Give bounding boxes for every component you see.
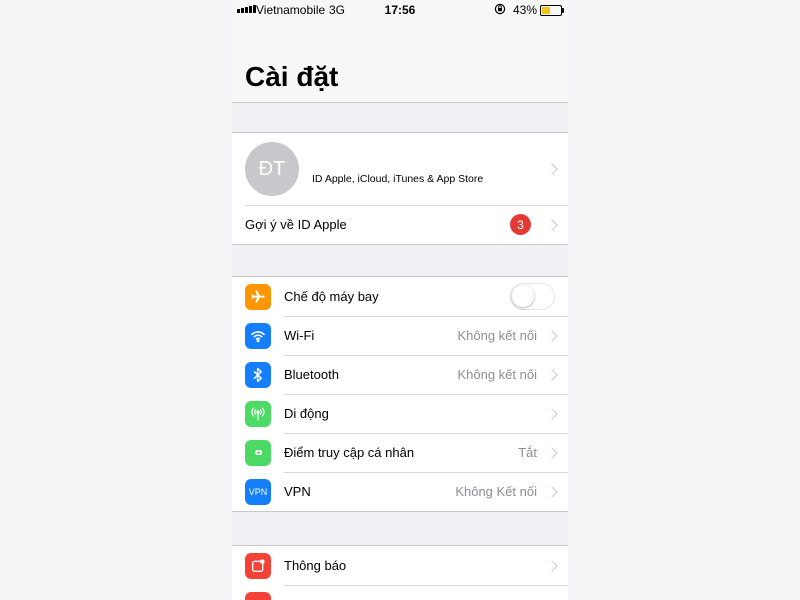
settings-screen: Vietnamobile 3G 17:56 43% Cài đặt ĐT ID … [232,0,568,600]
vpn-icon-text: VPN [248,486,268,497]
wifi-icon [245,322,271,349]
notifications-group: Thông báo [232,545,568,600]
chevron-right-icon [546,329,558,342]
chevron-right-icon [546,218,558,231]
chevron-right-icon [546,163,558,175]
page-title: Cài đặt [245,61,339,92]
airplane-icon [245,283,271,310]
status-bar: Vietnamobile 3G 17:56 43% [232,0,568,20]
airplane-mode-row: Chế độ máy bay [232,277,568,316]
title-bar: Cài đặt [232,20,568,103]
vpn-icon: VPN [245,478,271,505]
chevron-right-icon [546,446,558,459]
cellular-label: Di động [284,406,329,421]
battery-fill [542,7,550,14]
cellular-row[interactable]: Di động [232,394,568,433]
notifications-row[interactable]: Thông báo [232,546,568,585]
vpn-row[interactable]: VPN VPN Không Kết nối [232,472,568,511]
personal-hotspot-label: Điểm truy cập cá nhân [284,445,415,460]
airplane-mode-toggle[interactable] [510,283,555,310]
wifi-row[interactable]: Wi-Fi Không kết nối [232,316,568,355]
hotspot-icon [245,439,271,466]
wifi-status: Không kết nối [457,328,537,343]
personal-hotspot-row[interactable]: Điểm truy cập cá nhân Tắt [232,433,568,472]
airplane-mode-label: Chế độ máy bay [284,289,379,304]
profile-subtitle: ID Apple, iCloud, iTunes & App Store [312,173,484,185]
notifications-label: Thông báo [284,558,347,573]
chevron-right-icon [546,559,558,572]
connectivity-group: Chế độ máy bay Wi-Fi Không kết nối Bluet… [232,276,568,512]
rotation-lock-icon [494,3,506,15]
apple-id-row[interactable]: ĐT ID Apple, iCloud, iTunes & App Store [232,133,568,205]
app-icon [245,591,271,600]
wifi-label: Wi-Fi [284,328,315,343]
vpn-label: VPN [284,484,311,499]
profile-group: ĐT ID Apple, iCloud, iTunes & App Store … [232,132,568,245]
bluetooth-row[interactable]: Bluetooth Không kết nối [232,355,568,394]
personal-hotspot-status: Tắt [518,445,537,460]
apple-id-suggestions-row[interactable]: Gợi ý về ID Apple 3 [232,205,568,244]
battery-icon [540,5,564,16]
cellular-icon [245,400,271,427]
chevron-right-icon [546,368,558,381]
vpn-status: Không Kết nối [455,484,537,499]
next-settings-row[interactable] [232,585,568,600]
bluetooth-icon [245,361,271,388]
chevron-right-icon [546,407,558,420]
bluetooth-status: Không kết nối [457,367,537,382]
battery-percent: 43% [513,3,538,17]
notification-badge: 3 [510,214,531,235]
chevron-right-icon [546,485,558,498]
suggestions-label: Gợi ý về ID Apple [245,217,347,232]
bluetooth-label: Bluetooth [284,367,339,382]
notifications-icon [245,552,271,579]
avatar: ĐT [245,142,299,196]
